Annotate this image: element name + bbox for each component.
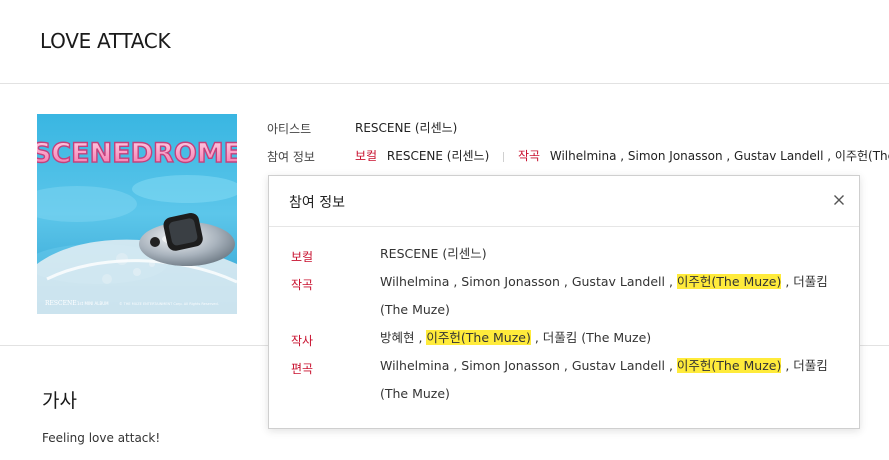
artist-value[interactable]: RESCENE (리센느) xyxy=(355,119,457,136)
popup-names-composer: Wilhelmina , Simon Jonasson , Gustav Lan… xyxy=(380,268,846,324)
lyrics-first-line: Feeling love attack! xyxy=(42,431,161,445)
highlighted-name[interactable]: 이주헌(The Muze) xyxy=(676,274,782,289)
participants-summary[interactable]: 보컬 RESCENE (리센느) 작곡 Wilhelmina , Simon J… xyxy=(355,147,889,164)
popup-role-arranger: 편곡 xyxy=(291,362,314,376)
popup-role-lyricist: 작사 xyxy=(291,334,314,348)
album-cover[interactable]: SCENEDROME RESCENE 1st MINI ALBUM © THE … xyxy=(37,114,237,314)
popup-names-lyricist: 방혜현 , 이주헌(The Muze) , 더풀킴 (The Muze) xyxy=(380,324,846,352)
popup-name-text[interactable]: , 더풀킴 (The Muze) xyxy=(531,330,651,345)
composer-role: 작곡 xyxy=(517,149,541,163)
popup-name-text[interactable]: 방혜현 , xyxy=(380,330,426,345)
album-footer-artist: RESCENE xyxy=(45,300,77,307)
composer-value[interactable]: Wilhelmina , Simon Jonasson , Gustav Lan… xyxy=(550,149,889,163)
highlighted-name[interactable]: 이주헌(The Muze) xyxy=(426,330,531,345)
popup-role-vocal: 보컬 xyxy=(291,250,314,264)
album-footer-album: 1st MINI ALBUM xyxy=(77,301,109,306)
popup-title: 참여 정보 xyxy=(289,195,345,211)
popup-names-vocal: RESCENE (리센느) xyxy=(380,240,846,268)
album-footer-copyright: © THE MUZE ENTERTAINMENT Corp. All Right… xyxy=(119,302,219,306)
popup-name-text[interactable]: RESCENE (리센느) xyxy=(380,246,487,261)
popup-name-text[interactable]: Wilhelmina , Simon Jonasson , Gustav Lan… xyxy=(380,358,677,373)
participants-popup: 참여 정보 보컬 RESCENE (리센느) 작곡 Wilhelmina , S… xyxy=(268,175,860,429)
popup-role-composer: 작곡 xyxy=(291,278,314,292)
separator xyxy=(503,151,505,162)
header-divider xyxy=(0,83,889,84)
vocal-role: 보컬 xyxy=(355,149,378,163)
song-title: LOVE ATTACK xyxy=(40,29,171,53)
highlighted-name[interactable]: 이주헌(The Muze) xyxy=(676,358,782,373)
popup-name-text[interactable]: Wilhelmina , Simon Jonasson , Gustav Lan… xyxy=(380,274,677,289)
popup-names-arranger: Wilhelmina , Simon Jonasson , Gustav Lan… xyxy=(380,352,846,408)
artist-label: 아티스트 xyxy=(267,122,312,136)
vocal-value[interactable]: RESCENE (리센느) xyxy=(387,149,489,163)
participants-label: 참여 정보 xyxy=(267,150,315,164)
popup-divider xyxy=(269,226,859,227)
close-button[interactable] xyxy=(831,192,847,208)
close-icon xyxy=(834,195,844,205)
lyrics-heading: 가사 xyxy=(42,390,77,412)
album-logo-text: SCENEDROME xyxy=(37,138,237,169)
